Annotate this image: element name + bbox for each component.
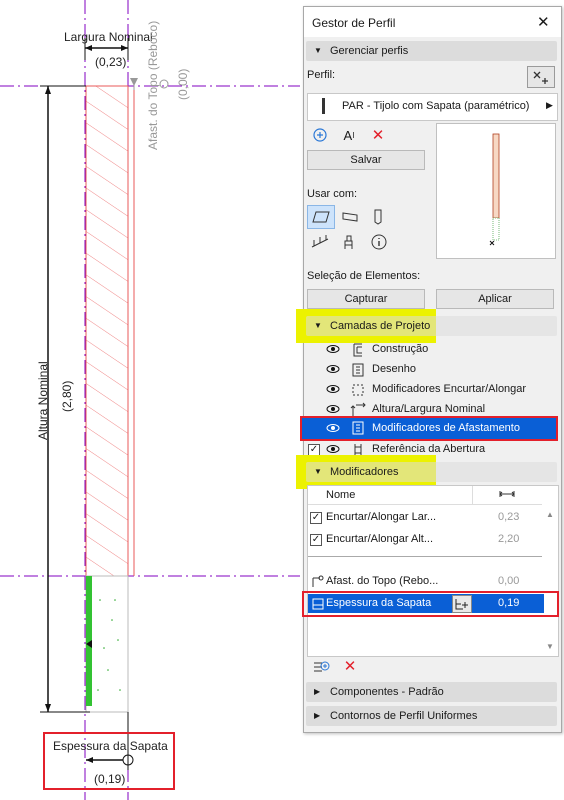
layer-label: Construção: [372, 343, 429, 355]
footing-area: [85, 575, 129, 713]
checkbox[interactable]: ✓: [310, 512, 322, 524]
uniform-contours-section[interactable]: ▶ Contornos de Perfil Uniformes: [306, 706, 557, 726]
modifier-name: Encurtar/Alongar Alt...: [326, 533, 433, 545]
modifier-row[interactable]: ✓ Encurtar/Alongar Alt... 2,20: [308, 530, 548, 550]
railing-tool-icon[interactable]: [310, 233, 330, 251]
stretch-modifiers-icon: [350, 382, 366, 401]
expand-arrow-icon: ▼: [314, 46, 322, 55]
profile-type-icon: [322, 98, 325, 114]
modifiers-list[interactable]: Nome ✓ Encurtar/Alongar Lar... 0,23 ✓ En…: [307, 485, 559, 657]
beam-tool-icon[interactable]: [340, 207, 360, 225]
layer-row-drawing[interactable]: Desenho: [304, 360, 554, 380]
top-offset-value: (0,00): [176, 68, 190, 100]
components-title: Componentes - Padrão: [330, 686, 444, 698]
use-with-label: Usar com:: [307, 188, 358, 200]
rename-profile-icon[interactable]: AI: [340, 127, 358, 143]
profile-drawing-canvas[interactable]: Largura Nominal (0,23) Altura Nominal (2…: [0, 0, 300, 800]
panel-titlebar: Gestor de Perfil ✕: [304, 7, 561, 37]
column-header-name: Nome: [326, 489, 356, 501]
modifier-value[interactable]: 2,20: [498, 533, 519, 545]
eye-icon[interactable]: [326, 344, 340, 357]
width-column-icon: [498, 488, 516, 503]
top-offset-label: Afast. do Topo (Reboco): [146, 20, 160, 150]
list-divider: [308, 556, 542, 557]
chevron-right-icon: ▶: [546, 100, 553, 110]
delete-profile-icon[interactable]: ✕: [370, 127, 386, 144]
capture-button[interactable]: Capturar: [307, 289, 425, 309]
nominal-height-value: (2,80): [60, 380, 74, 412]
offset-layer-highlight: [300, 416, 558, 441]
apply-button[interactable]: Aplicar: [436, 289, 554, 309]
modifier-name: Encurtar/Alongar Lar...: [326, 511, 437, 523]
layer-row-stretch-modifiers[interactable]: Modificadores Encurtar/Alongar: [304, 380, 554, 400]
modifier-value[interactable]: 0,23: [498, 511, 519, 523]
eye-icon[interactable]: [326, 384, 340, 397]
manage-profiles-title: Gerenciar perfis: [330, 45, 409, 57]
layer-label: Altura/Largura Nominal: [372, 403, 486, 415]
modifiers-title: Modificadores: [330, 466, 399, 478]
nominal-width-label: Largura Nominal: [64, 30, 153, 44]
profile-select-value: PAR - Tijolo com Sapata (paramétrico): [342, 100, 530, 112]
save-button[interactable]: Salvar: [307, 150, 425, 170]
footing-modifier-highlight: [302, 591, 559, 617]
uniform-contours-title: Contornos de Perfil Uniformes: [330, 710, 478, 722]
expand-arrow-icon: ▼: [314, 321, 322, 330]
profile-select[interactable]: PAR - Tijolo com Sapata (paramétrico) ▶: [307, 93, 558, 121]
project-layers-section[interactable]: ▼ Camadas de Projeto: [306, 316, 557, 336]
profile-label: Perfil:: [307, 69, 336, 81]
panel-title: Gestor de Perfil: [312, 16, 396, 30]
add-modifier-icon[interactable]: [312, 659, 330, 675]
construction-layer-icon: [350, 342, 366, 361]
profile-preview: [436, 123, 556, 259]
drawing-layer-icon: [350, 362, 366, 381]
modifiers-scrollbar[interactable]: ▲ ▼: [544, 506, 557, 654]
column-tool-icon[interactable]: [370, 207, 386, 225]
footing-dimension-highlight: [43, 732, 175, 790]
eye-icon[interactable]: [326, 364, 340, 377]
modifier-row[interactable]: ✓ Encurtar/Alongar Lar... 0,23: [308, 508, 548, 528]
manage-profiles-section[interactable]: ▼ Gerenciar perfis: [306, 41, 557, 61]
collapse-arrow-icon: ▶: [314, 687, 321, 696]
modifier-name: Afast. do Topo (Rebo...: [326, 575, 439, 587]
element-selection-label: Seleção de Elementos:: [307, 270, 421, 282]
close-icon[interactable]: ✕: [537, 13, 550, 31]
info-icon[interactable]: [370, 233, 388, 251]
modifier-value[interactable]: 0,00: [498, 575, 519, 587]
collapse-arrow-icon: ▶: [314, 711, 321, 720]
nominal-width-value: (0,23): [95, 55, 127, 69]
modifier-row[interactable]: Afast. do Topo (Rebo... 0,00: [308, 572, 548, 592]
modifiers-section[interactable]: ▼ Modificadores: [306, 462, 557, 482]
expand-arrow-icon: ▼: [314, 467, 322, 476]
offset-modifier-icon: [311, 575, 325, 592]
modifiers-list-header: Nome: [308, 486, 542, 505]
layer-label: Referência da Abertura: [372, 443, 486, 455]
profile-settings-icon[interactable]: [527, 66, 555, 88]
layer-label: Modificadores Encurtar/Alongar: [372, 383, 527, 395]
checkbox[interactable]: ✓: [310, 534, 322, 546]
delete-modifier-icon[interactable]: ✕: [342, 658, 358, 675]
components-section[interactable]: ▶ Componentes - Padrão: [306, 682, 557, 702]
project-layers-title: Camadas de Projeto: [330, 320, 431, 332]
layer-label: Desenho: [372, 363, 417, 375]
wall-hatched-body: [85, 85, 129, 577]
nominal-height-label: Altura Nominal: [36, 361, 50, 440]
object-tool-icon[interactable]: [340, 233, 358, 251]
slab-tool-icon[interactable]: [307, 205, 335, 229]
profile-manager-panel: Gestor de Perfil ✕ ▼ Gerenciar perfis Pe…: [296, 6, 562, 733]
add-profile-icon[interactable]: [312, 127, 328, 143]
layer-row-construction[interactable]: Construção: [304, 340, 554, 360]
